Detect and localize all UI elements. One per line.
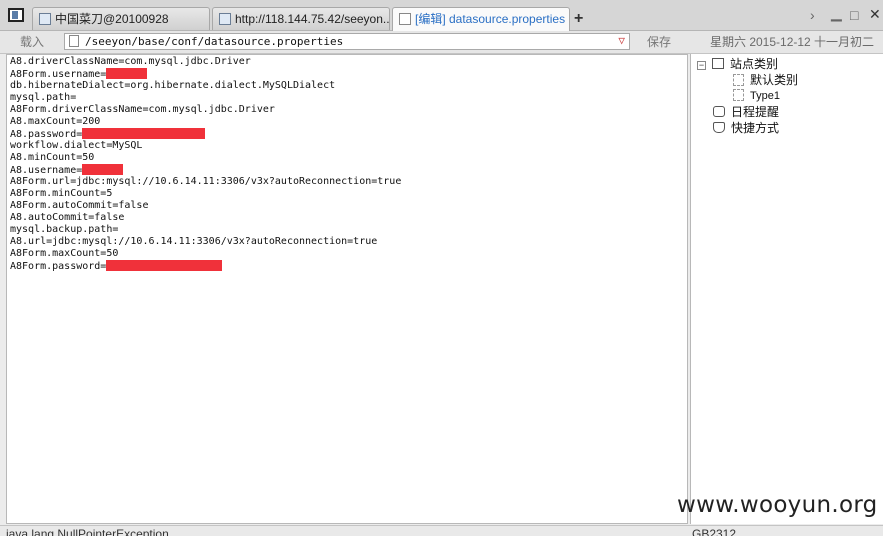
line-text: A8Form.url=jdbc:mysql://10.6.14.11:3306/…	[10, 176, 402, 187]
tree-node-site-categories[interactable]: − 站点类别	[697, 56, 778, 72]
clock-icon	[713, 106, 725, 117]
save-button[interactable]: 保存	[636, 33, 682, 51]
editor-line: A8.url=jdbc:mysql://10.6.14.11:3306/v3x?…	[7, 236, 687, 248]
line-text: A8Form.autoCommit=false	[10, 200, 149, 211]
date-display: 星期六 2015-12-12 十一月初二	[710, 35, 875, 49]
editor-line: A8Form.minCount=5	[7, 188, 687, 200]
redaction-mark	[106, 68, 148, 79]
editor-line: A8.minCount=50	[7, 152, 687, 164]
page-icon	[733, 74, 744, 86]
chevron-down-icon[interactable]: ▽	[618, 33, 625, 48]
line-text: A8Form.maxCount=50	[10, 248, 119, 259]
page-icon	[733, 89, 744, 101]
redaction-mark	[106, 260, 223, 271]
status-bar: java.lang.NullPointerException GB2312	[0, 525, 883, 536]
tab-label: http://118.144.75.42/seeyon...	[235, 12, 390, 26]
line-text: A8Form.username=	[10, 69, 107, 80]
editor-line: A8.driverClassName=com.mysql.jdbc.Driver	[7, 56, 687, 68]
minimize-button[interactable]: ▁	[831, 5, 842, 22]
line-text: A8.username=	[10, 165, 83, 176]
web-icon	[219, 13, 231, 25]
line-text: mysql.backup.path=	[10, 224, 119, 235]
watermark: www.wooyun.org	[677, 492, 878, 518]
chevron-right-icon[interactable]: ›	[810, 7, 815, 23]
address-field[interactable]: /seeyon/base/conf/datasource.properties …	[64, 33, 630, 50]
line-text: A8.minCount=50	[10, 152, 95, 163]
window-icon	[39, 13, 51, 25]
editor-lines: A8.driverClassName=com.mysql.jdbc.Driver…	[7, 56, 687, 272]
editor-line: A8Form.password=	[7, 260, 687, 272]
editor-line: A8.maxCount=200	[7, 116, 687, 128]
editor-line: mysql.path=	[7, 92, 687, 104]
line-text: A8Form.minCount=5	[10, 188, 113, 199]
text-editor[interactable]: A8.driverClassName=com.mysql.jdbc.Driver…	[6, 54, 688, 524]
line-text: A8.password=	[10, 129, 83, 140]
tree-node-default-category[interactable]: 默认类别	[733, 72, 798, 88]
tree-node-schedule[interactable]: 日程提醒	[713, 104, 779, 120]
tree-node-shortcuts[interactable]: 快捷方式	[713, 120, 779, 136]
side-tree-panel: − 站点类别 默认类别 Type1 日程提醒 快捷方式	[690, 54, 883, 524]
hand-icon	[713, 122, 725, 133]
tab-bar: 中国菜刀@20100928 http://118.144.75.42/seeyo…	[0, 0, 883, 31]
toolbar: 载入 /seeyon/base/conf/datasource.properti…	[0, 31, 883, 54]
editor-line: A8.username=	[7, 164, 687, 176]
editor-line: A8.autoCommit=false	[7, 212, 687, 224]
document-icon	[399, 13, 411, 25]
editor-line: A8Form.driverClassName=com.mysql.jdbc.Dr…	[7, 104, 687, 116]
close-button[interactable]: ✕	[869, 6, 881, 23]
editor-line: A8Form.username=	[7, 68, 687, 80]
editor-line: A8Form.url=jdbc:mysql://10.6.14.11:3306/…	[7, 176, 687, 188]
editor-line: A8Form.autoCommit=false	[7, 200, 687, 212]
redaction-mark	[82, 128, 206, 139]
load-button[interactable]: 载入	[8, 33, 56, 51]
line-text: A8.url=jdbc:mysql://10.6.14.11:3306/v3x?…	[10, 236, 378, 247]
line-text: mysql.path=	[10, 92, 77, 103]
tab-label: [编辑] datasource.properties	[415, 12, 566, 26]
app-logo-icon	[8, 8, 24, 22]
address-text: /seeyon/base/conf/datasource.properties	[85, 35, 344, 48]
tab-edit-datasource[interactable]: [编辑] datasource.properties	[392, 7, 570, 31]
maximize-button[interactable]: □	[850, 7, 858, 23]
editor-line: mysql.backup.path=	[7, 224, 687, 236]
line-text: A8.maxCount=200	[10, 116, 101, 127]
editor-line: A8.password=	[7, 128, 687, 140]
line-text: A8Form.password=	[10, 261, 107, 272]
line-text: workflow.dialect=MySQL	[10, 140, 143, 151]
tree-node-type1[interactable]: Type1	[733, 88, 780, 104]
redaction-mark	[82, 164, 124, 175]
tab-website[interactable]: http://118.144.75.42/seeyon...	[212, 7, 390, 30]
editor-line: db.hibernateDialect=org.hibernate.dialec…	[7, 80, 687, 92]
line-text: A8.driverClassName=com.mysql.jdbc.Driver	[10, 56, 251, 67]
editor-line: A8Form.maxCount=50	[7, 248, 687, 260]
collapse-icon[interactable]: −	[697, 61, 706, 70]
line-text: A8.autoCommit=false	[10, 212, 125, 223]
editor-line: workflow.dialect=MySQL	[7, 140, 687, 152]
tab-label: 中国菜刀@20100928	[55, 12, 169, 26]
file-icon	[69, 35, 79, 47]
tab-chopper[interactable]: 中国菜刀@20100928	[32, 7, 210, 30]
folder-icon	[712, 58, 724, 69]
new-tab-button[interactable]: +	[574, 10, 583, 28]
line-text: db.hibernateDialect=org.hibernate.dialec…	[10, 80, 336, 91]
line-text: A8Form.driverClassName=com.mysql.jdbc.Dr…	[10, 104, 275, 115]
